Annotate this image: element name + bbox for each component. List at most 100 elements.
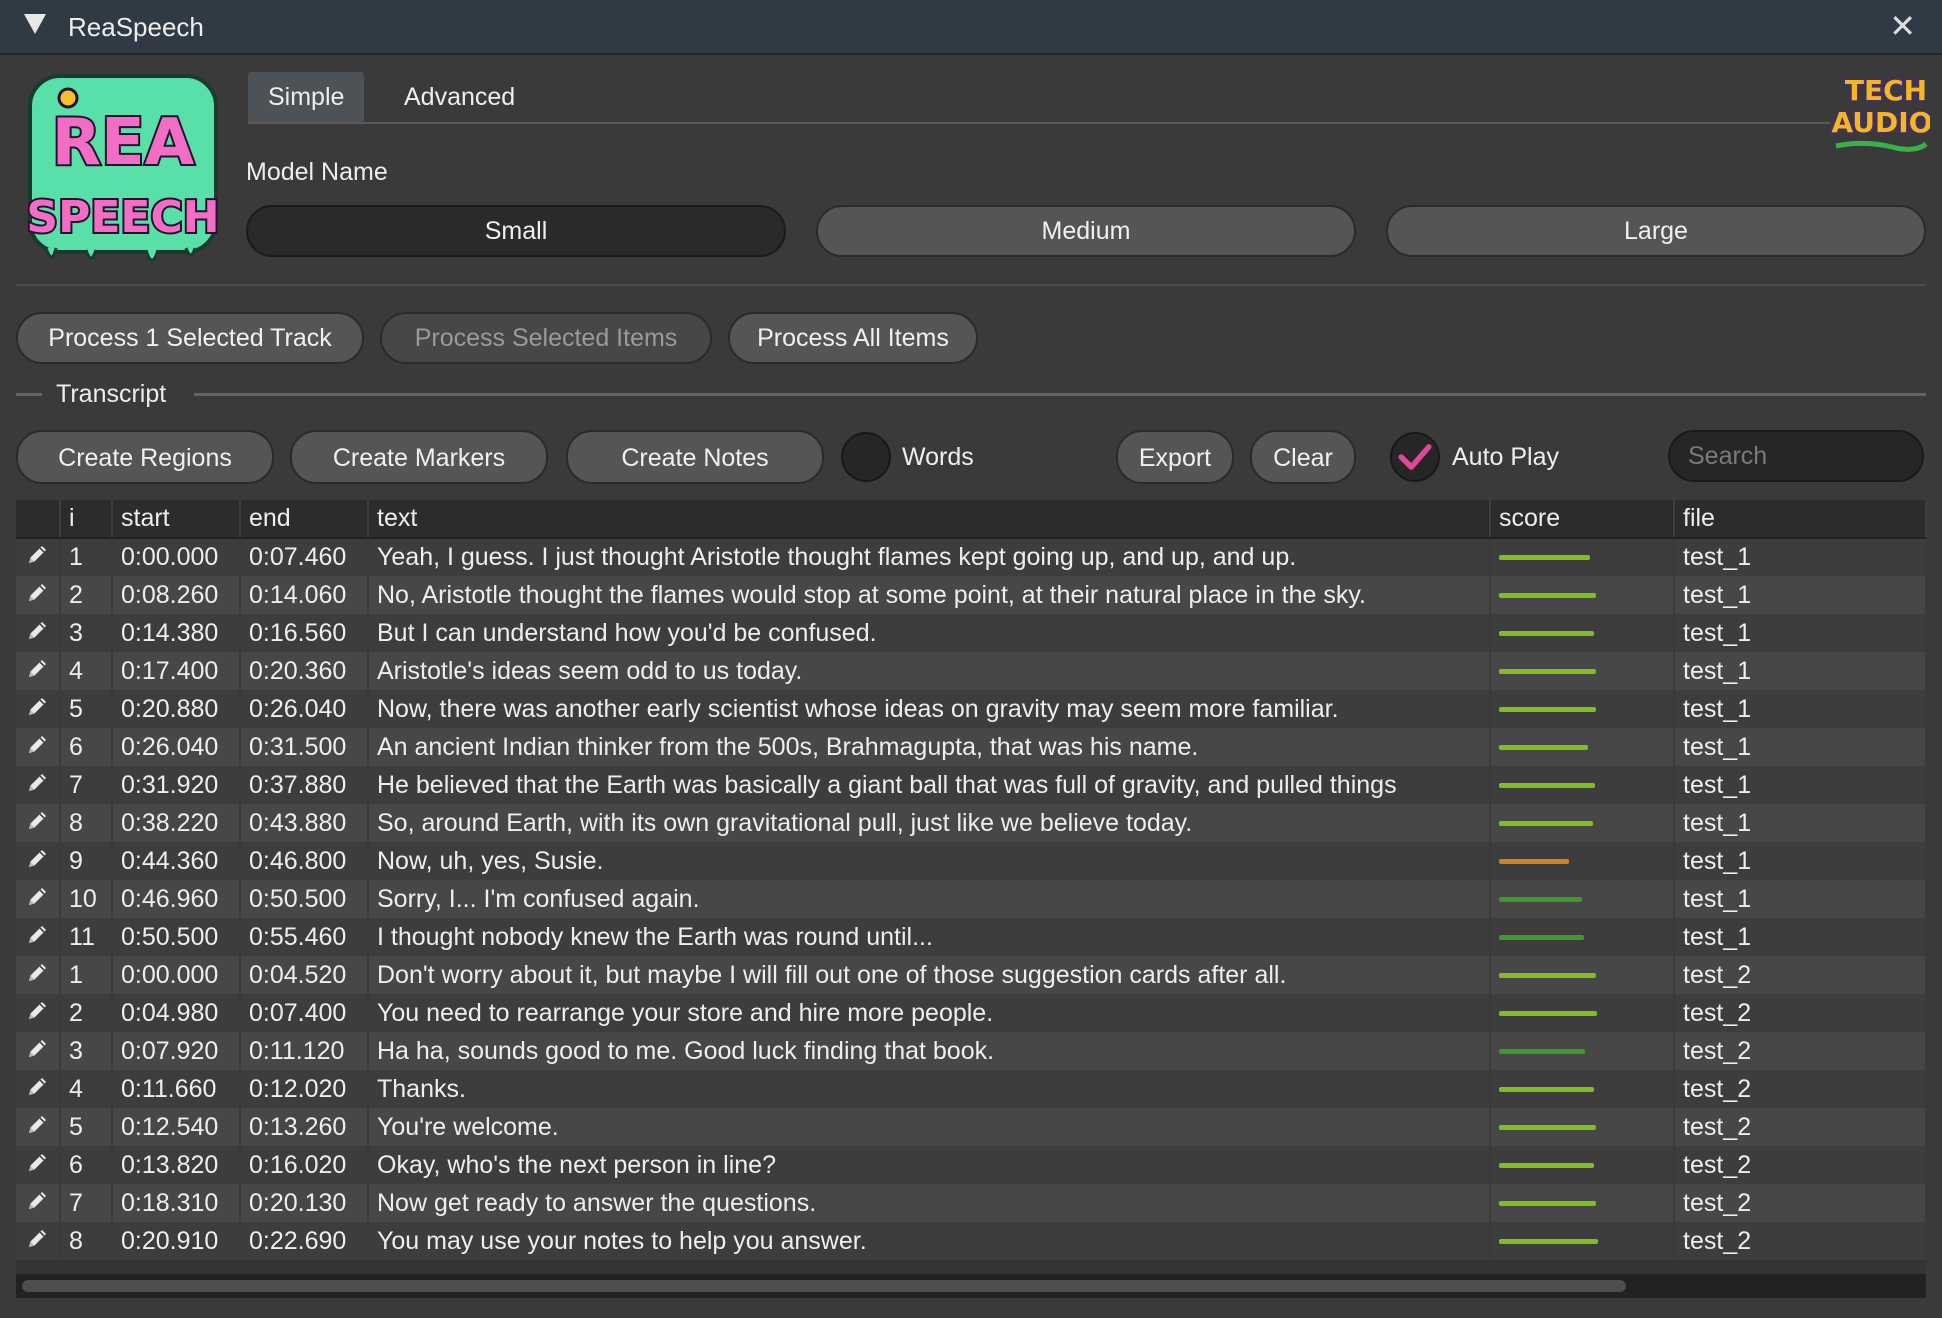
table-row[interactable]: 4 0:17.400 0:20.360 Aristotle's ideas seem … xyxy=(16,652,1926,690)
cell-end[interactable]: 0:11.120 xyxy=(240,1032,369,1070)
cell-text[interactable]: So, around Earth, with its own gravitati… xyxy=(368,804,1491,842)
table-row[interactable]: 8 0:38.220 0:43.880 So, around Earth, with … xyxy=(16,804,1926,842)
collapse-triangle-icon[interactable] xyxy=(24,14,46,34)
column-header-i[interactable]: i xyxy=(60,500,113,539)
edit-cell[interactable] xyxy=(16,880,61,918)
cell-text[interactable]: An ancient Indian thinker from the 500s,… xyxy=(368,728,1491,766)
clear-button[interactable]: Clear xyxy=(1250,430,1356,484)
edit-cell[interactable] xyxy=(16,1108,61,1146)
edit-cell[interactable] xyxy=(16,842,61,880)
table-row[interactable]: 1 0:00.000 0:04.520 Don't worry about it, b… xyxy=(16,956,1926,994)
cell-start[interactable]: 0:07.920 xyxy=(112,1032,241,1070)
pencil-icon[interactable] xyxy=(26,1190,50,1218)
cell-end[interactable]: 0:07.400 xyxy=(240,994,369,1032)
cell-end[interactable]: 0:31.500 xyxy=(240,728,369,766)
edit-cell[interactable] xyxy=(16,804,61,842)
cell-start[interactable]: 0:44.360 xyxy=(112,842,241,880)
cell-text[interactable]: Thanks. xyxy=(368,1070,1491,1108)
cell-end[interactable]: 0:43.880 xyxy=(240,804,369,842)
cell-start[interactable]: 0:17.400 xyxy=(112,652,241,690)
process-selected-track-button[interactable]: Process 1 Selected Track xyxy=(16,312,364,364)
table-row[interactable]: 7 0:18.310 0:20.130 Now get ready to answer… xyxy=(16,1184,1926,1222)
edit-cell[interactable] xyxy=(16,956,61,994)
edit-cell[interactable] xyxy=(16,652,61,690)
column-header-end[interactable]: end xyxy=(240,500,369,539)
cell-text[interactable]: Okay, who's the next person in line? xyxy=(368,1146,1491,1184)
table-row[interactable]: 3 0:14.380 0:16.560 But I can understand ho… xyxy=(16,614,1926,652)
table-row[interactable]: 10 0:46.960 0:50.500 Sorry, I... I'm confus… xyxy=(16,880,1926,918)
cell-start[interactable]: 0:46.960 xyxy=(112,880,241,918)
pencil-icon[interactable] xyxy=(26,810,50,838)
cell-text[interactable]: You may use your notes to help you answe… xyxy=(368,1222,1491,1260)
scrollbar-thumb[interactable] xyxy=(22,1280,1626,1292)
cell-start[interactable]: 0:20.910 xyxy=(112,1222,241,1260)
cell-text[interactable]: Now, there was another early scientist w… xyxy=(368,690,1491,728)
edit-cell[interactable] xyxy=(16,994,61,1032)
cell-end[interactable]: 0:26.040 xyxy=(240,690,369,728)
cell-text[interactable]: Ha ha, sounds good to me. Good luck find… xyxy=(368,1032,1491,1070)
column-header-score[interactable]: score xyxy=(1490,500,1675,539)
edit-cell[interactable] xyxy=(16,1184,61,1222)
edit-cell[interactable] xyxy=(16,1146,61,1184)
cell-end[interactable]: 0:20.130 xyxy=(240,1184,369,1222)
cell-start[interactable]: 0:18.310 xyxy=(112,1184,241,1222)
process-all-items-button[interactable]: Process All Items xyxy=(728,312,978,364)
cell-text[interactable]: Now get ready to answer the questions. xyxy=(368,1184,1491,1222)
cell-start[interactable]: 0:20.880 xyxy=(112,690,241,728)
table-row[interactable]: 9 0:44.360 0:46.800 Now, uh, yes, Susie. tes… xyxy=(16,842,1926,880)
cell-end[interactable]: 0:13.260 xyxy=(240,1108,369,1146)
edit-cell[interactable] xyxy=(16,728,61,766)
pencil-icon[interactable] xyxy=(26,924,50,952)
create-regions-button[interactable]: Create Regions xyxy=(16,430,274,484)
table-row[interactable]: 5 0:20.880 0:26.040 Now, there was another … xyxy=(16,690,1926,728)
cell-end[interactable]: 0:20.360 xyxy=(240,652,369,690)
cell-end[interactable]: 0:16.020 xyxy=(240,1146,369,1184)
cell-start[interactable]: 0:08.260 xyxy=(112,576,241,614)
pencil-icon[interactable] xyxy=(26,962,50,990)
table-row[interactable]: 1 0:00.000 0:07.460 Yeah, I guess. I just t… xyxy=(16,538,1926,576)
cell-start[interactable]: 0:04.980 xyxy=(112,994,241,1032)
cell-start[interactable]: 0:26.040 xyxy=(112,728,241,766)
pencil-icon[interactable] xyxy=(26,848,50,876)
cell-text[interactable]: Yeah, I guess. I just thought Aristotle … xyxy=(368,538,1491,576)
cell-end[interactable]: 0:50.500 xyxy=(240,880,369,918)
table-row[interactable]: 6 0:26.040 0:31.500 An ancient Indian think… xyxy=(16,728,1926,766)
create-markers-button[interactable]: Create Markers xyxy=(290,430,548,484)
cell-end[interactable]: 0:12.020 xyxy=(240,1070,369,1108)
process-selected-items-button[interactable]: Process Selected Items xyxy=(380,312,712,364)
cell-start[interactable]: 0:11.660 xyxy=(112,1070,241,1108)
cell-end[interactable]: 0:07.460 xyxy=(240,538,369,576)
edit-cell[interactable] xyxy=(16,918,61,956)
pencil-icon[interactable] xyxy=(26,620,50,648)
edit-cell[interactable] xyxy=(16,1032,61,1070)
edit-cell[interactable] xyxy=(16,614,61,652)
cell-start[interactable]: 0:38.220 xyxy=(112,804,241,842)
table-row[interactable]: 2 0:04.980 0:07.400 You need to rearrange y… xyxy=(16,994,1926,1032)
edit-cell[interactable] xyxy=(16,538,61,576)
cell-start[interactable]: 0:00.000 xyxy=(112,956,241,994)
pencil-icon[interactable] xyxy=(26,1114,50,1142)
pencil-icon[interactable] xyxy=(26,1076,50,1104)
cell-end[interactable]: 0:55.460 xyxy=(240,918,369,956)
table-row[interactable]: 7 0:31.920 0:37.880 He believed that the Ea… xyxy=(16,766,1926,804)
column-header-start[interactable]: start xyxy=(112,500,241,539)
column-header-file[interactable]: file xyxy=(1674,500,1926,539)
cell-end[interactable]: 0:04.520 xyxy=(240,956,369,994)
cell-end[interactable]: 0:37.880 xyxy=(240,766,369,804)
edit-cell[interactable] xyxy=(16,1222,61,1260)
table-row[interactable]: 4 0:11.660 0:12.020 Thanks. test_2 xyxy=(16,1070,1926,1108)
pencil-icon[interactable] xyxy=(26,1000,50,1028)
export-button[interactable]: Export xyxy=(1116,430,1234,484)
table-row[interactable]: 5 0:12.540 0:13.260 You're welcome. test_2 xyxy=(16,1108,1926,1146)
pencil-icon[interactable] xyxy=(26,582,50,610)
cell-start[interactable]: 0:50.500 xyxy=(112,918,241,956)
table-row[interactable]: 3 0:07.920 0:11.120 Ha ha, sounds good to m… xyxy=(16,1032,1926,1070)
cell-start[interactable]: 0:00.000 xyxy=(112,538,241,576)
edit-cell[interactable] xyxy=(16,690,61,728)
edit-cell[interactable] xyxy=(16,576,61,614)
column-header-text[interactable]: text xyxy=(368,500,1491,539)
cell-end[interactable]: 0:16.560 xyxy=(240,614,369,652)
tab-advanced[interactable]: Advanced xyxy=(384,72,535,122)
cell-end[interactable]: 0:46.800 xyxy=(240,842,369,880)
edit-cell[interactable] xyxy=(16,766,61,804)
